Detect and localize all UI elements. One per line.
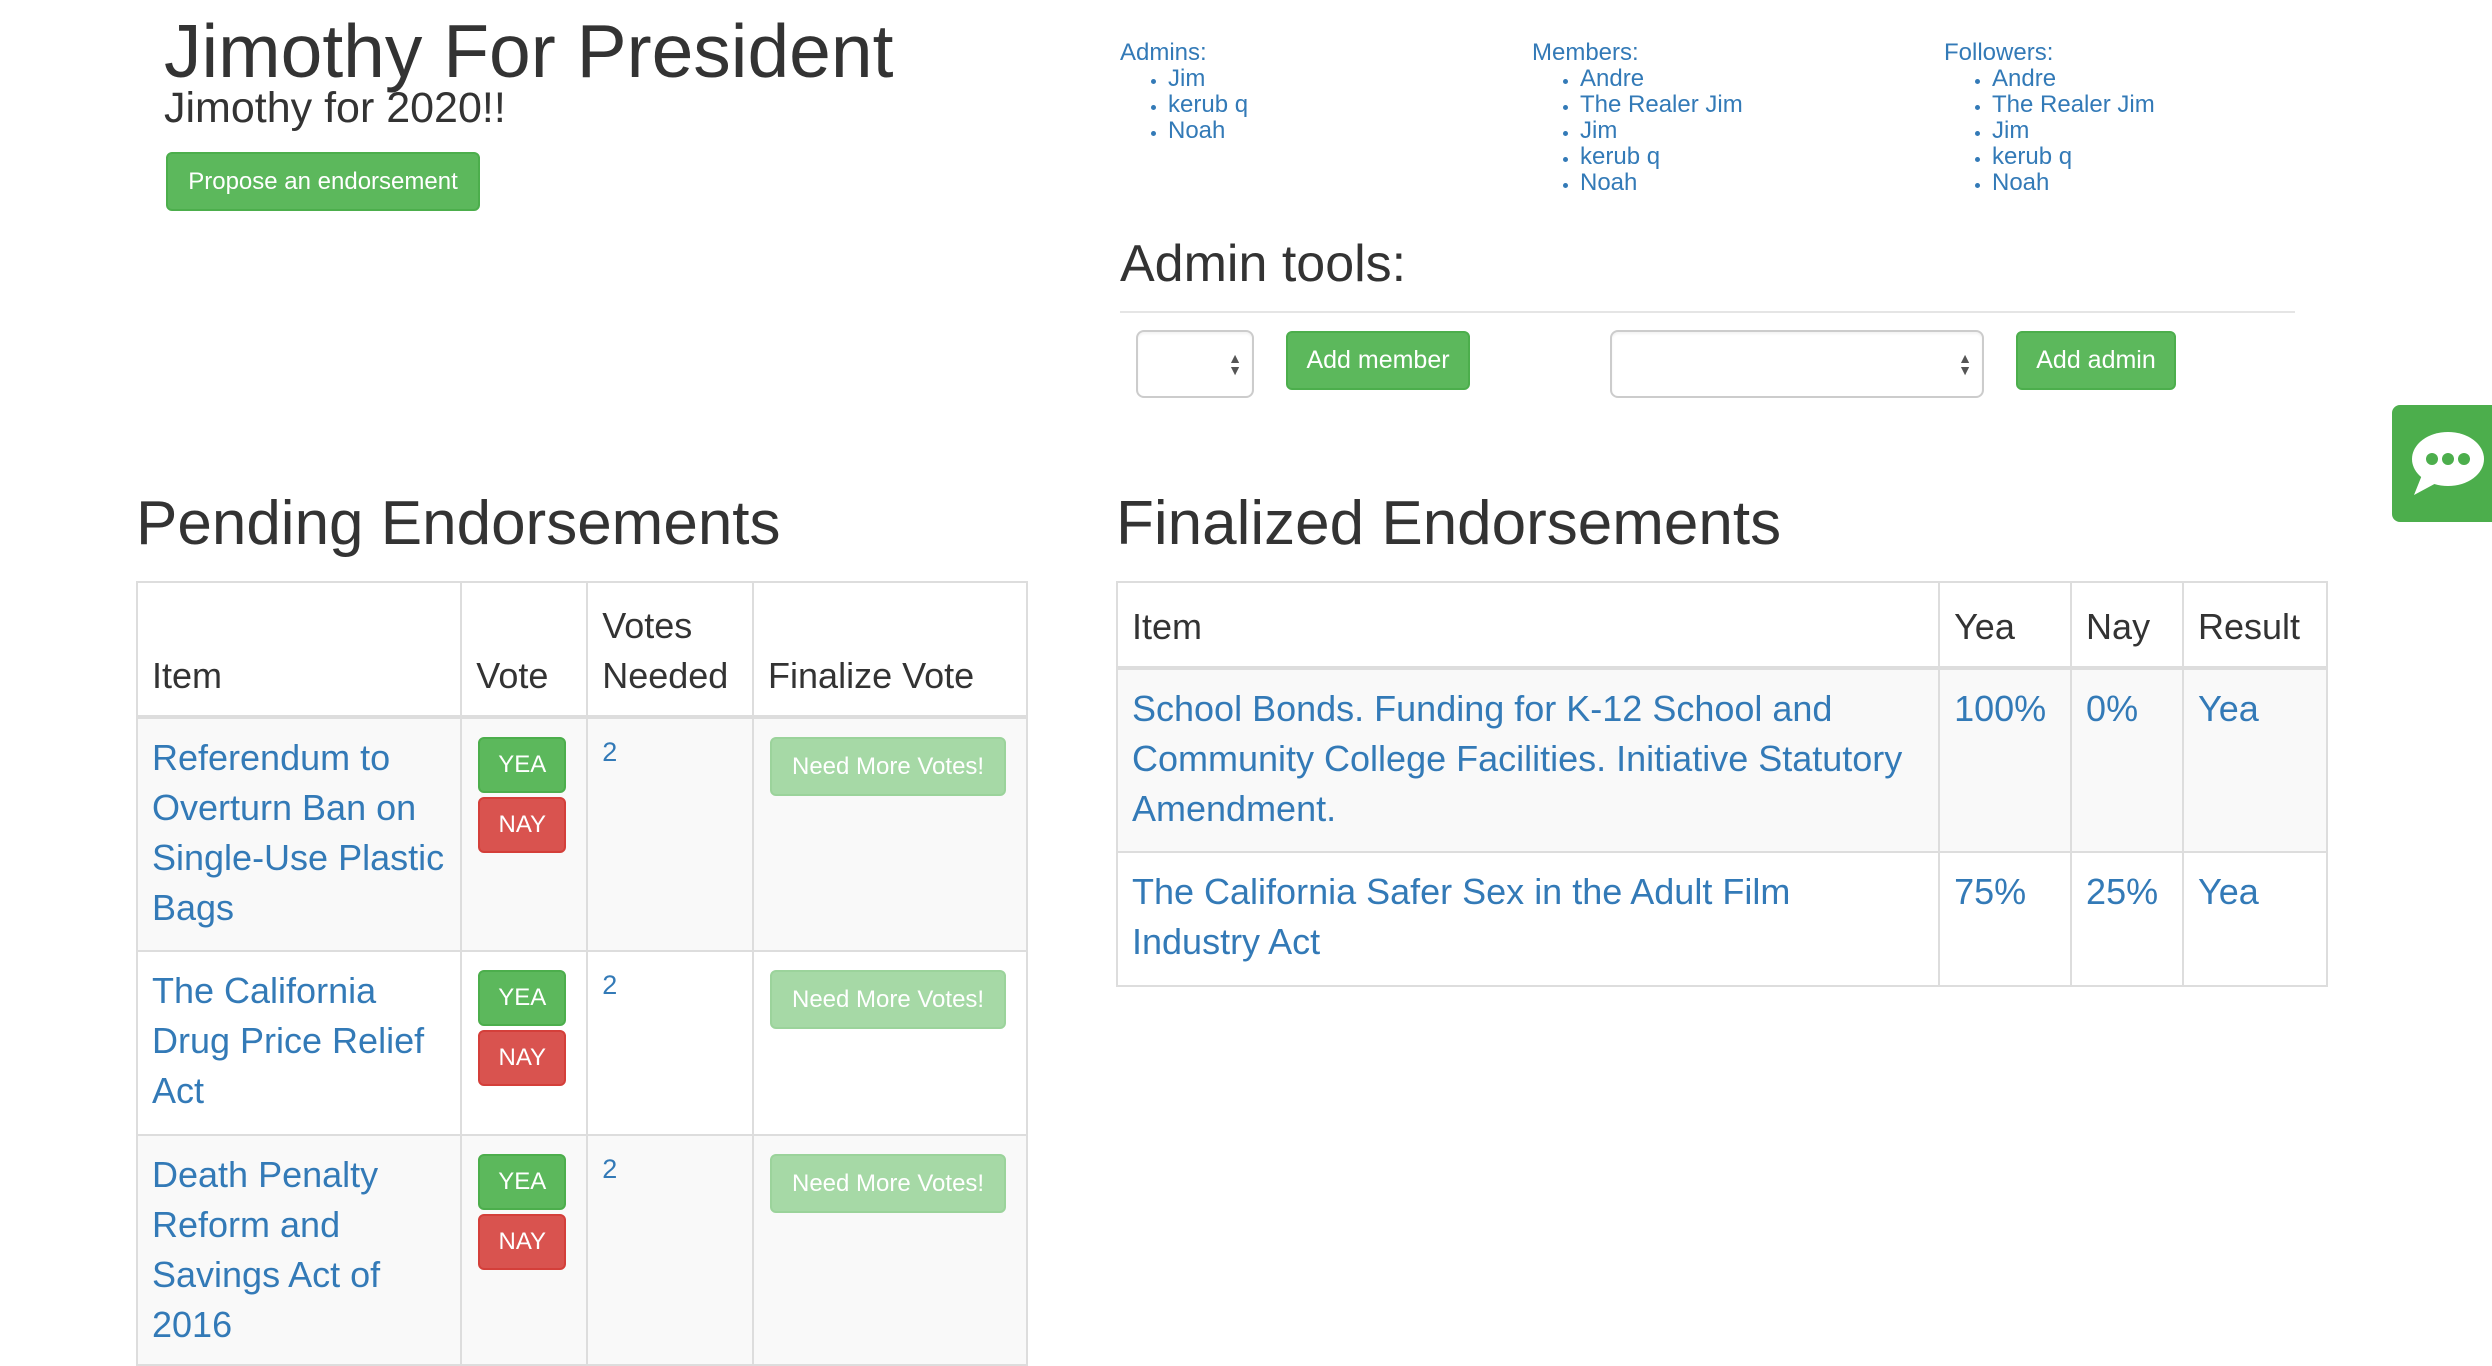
yea-button[interactable]: YEA — [478, 737, 567, 793]
votes-needed-value: 2 — [602, 1154, 618, 1184]
admin-tools-divider — [1120, 311, 2295, 313]
follower-item: The Realer Jim — [1992, 92, 2155, 118]
followers-list: Followers: Andre The Realer Jim Jim keru… — [1944, 40, 2155, 196]
column-header-item: Item — [1115, 581, 1941, 670]
column-header-vote: Vote — [460, 581, 589, 719]
finalized-endorsements-table: Item Yea Nay Result School Bonds. Fundin… — [1115, 581, 2328, 987]
follower-link[interactable]: The Realer Jim — [1992, 91, 2155, 118]
yea-button[interactable]: YEA — [478, 970, 567, 1026]
follower-link[interactable]: kerub q — [1992, 143, 2072, 170]
member-link[interactable]: Noah — [1580, 169, 1637, 196]
table-row: The California Drug Price Relief Act YEA… — [135, 950, 1028, 1136]
endorsement-link[interactable]: The California Drug Price Relief Act — [152, 970, 424, 1111]
admin-item: Noah — [1168, 118, 1248, 144]
member-link[interactable]: kerub q — [1580, 143, 1660, 170]
nay-button[interactable]: NAY — [478, 1214, 567, 1270]
chat-bubble-icon — [2412, 432, 2484, 495]
endorsement-link[interactable]: The California Safer Sex in the Adult Fi… — [1132, 871, 1790, 962]
admins-label: Admins: — [1120, 39, 1207, 66]
pending-endorsements-table: Item Vote Votes Needed Finalize Vote Ref… — [135, 581, 1028, 1366]
add-member-button[interactable]: Add member — [1286, 331, 1470, 390]
nay-button[interactable]: NAY — [478, 797, 567, 853]
follower-item: Andre — [1992, 66, 2155, 92]
select-arrows-icon: ▲ ▼ — [1958, 350, 1972, 378]
follower-link[interactable]: Andre — [1992, 65, 2056, 92]
follower-link[interactable]: Noah — [1992, 169, 2049, 196]
finalize-vote-button[interactable]: Need More Votes! — [770, 1154, 1007, 1213]
member-item: Jim — [1580, 118, 1743, 144]
chat-widget-button[interactable] — [2392, 405, 2492, 522]
members-label: Members: — [1532, 39, 1639, 66]
pending-endorsements-heading: Pending Endorsements — [136, 489, 781, 558]
admin-link[interactable]: kerub q — [1168, 91, 1248, 118]
yea-percent: 100% — [1954, 688, 2047, 729]
column-header-votes-needed: Votes Needed — [586, 581, 755, 719]
admin-select[interactable]: ▲ ▼ — [1610, 330, 1984, 398]
admin-item: kerub q — [1168, 92, 1248, 118]
nay-percent: 25% — [2086, 871, 2159, 912]
table-row: Death Penalty Reform and Savings Act of … — [135, 1134, 1028, 1366]
finalize-vote-button[interactable]: Need More Votes! — [770, 970, 1007, 1029]
followers-label: Followers: — [1944, 39, 2054, 66]
member-item: The Realer Jim — [1580, 92, 1743, 118]
member-link[interactable]: The Realer Jim — [1580, 91, 1743, 118]
page-title: Jimothy For President — [164, 9, 894, 93]
member-select[interactable]: ▲ ▼ — [1136, 330, 1254, 398]
page-subtitle: Jimothy for 2020!! — [164, 84, 506, 132]
member-item: Noah — [1580, 170, 1743, 196]
admins-list: Admins: Jim kerub q Noah — [1120, 40, 1248, 144]
nay-button[interactable]: NAY — [478, 1030, 567, 1086]
table-row: Referendum to Overturn Ban on Single-Use… — [135, 716, 1028, 952]
result-value: Yea — [2198, 688, 2259, 729]
admin-item: Jim — [1168, 66, 1248, 92]
column-header-yea: Yea — [1938, 581, 2073, 670]
follower-item: Jim — [1992, 118, 2155, 144]
follower-item: Noah — [1992, 170, 2155, 196]
follower-item: kerub q — [1992, 144, 2155, 170]
result-value: Yea — [2198, 871, 2259, 912]
column-header-result: Result — [2182, 581, 2328, 670]
table-row: School Bonds. Funding for K-12 School an… — [1115, 667, 2328, 853]
member-link[interactable]: Jim — [1580, 117, 1617, 144]
propose-endorsement-button[interactable]: Propose an endorsement — [166, 152, 480, 211]
yea-percent: 75% — [1954, 871, 2027, 912]
endorsement-link[interactable]: School Bonds. Funding for K-12 School an… — [1132, 688, 1902, 829]
column-header-finalize-vote: Finalize Vote — [752, 581, 1028, 719]
endorsement-link[interactable]: Referendum to Overturn Ban on Single-Use… — [152, 737, 444, 928]
nay-percent: 0% — [2086, 688, 2139, 729]
select-arrows-icon: ▲ ▼ — [1228, 350, 1242, 378]
member-item: kerub q — [1580, 144, 1743, 170]
add-admin-button[interactable]: Add admin — [2016, 331, 2176, 390]
admin-link[interactable]: Noah — [1168, 117, 1225, 144]
yea-button[interactable]: YEA — [478, 1154, 567, 1210]
finalize-vote-button[interactable]: Need More Votes! — [770, 737, 1007, 796]
member-item: Andre — [1580, 66, 1743, 92]
column-header-item: Item — [135, 581, 463, 719]
follower-link[interactable]: Jim — [1992, 117, 2029, 144]
votes-needed-value: 2 — [602, 737, 618, 767]
admin-tools-heading: Admin tools: — [1120, 235, 1407, 293]
table-row: The California Safer Sex in the Adult Fi… — [1115, 851, 2328, 987]
endorsement-link[interactable]: Death Penalty Reform and Savings Act of … — [152, 1154, 380, 1345]
votes-needed-value: 2 — [602, 970, 618, 1000]
member-link[interactable]: Andre — [1580, 65, 1644, 92]
members-list: Members: Andre The Realer Jim Jim kerub … — [1532, 40, 1743, 196]
admin-link[interactable]: Jim — [1168, 65, 1205, 92]
finalized-endorsements-heading: Finalized Endorsements — [1116, 489, 1782, 558]
column-header-nay: Nay — [2070, 581, 2184, 670]
